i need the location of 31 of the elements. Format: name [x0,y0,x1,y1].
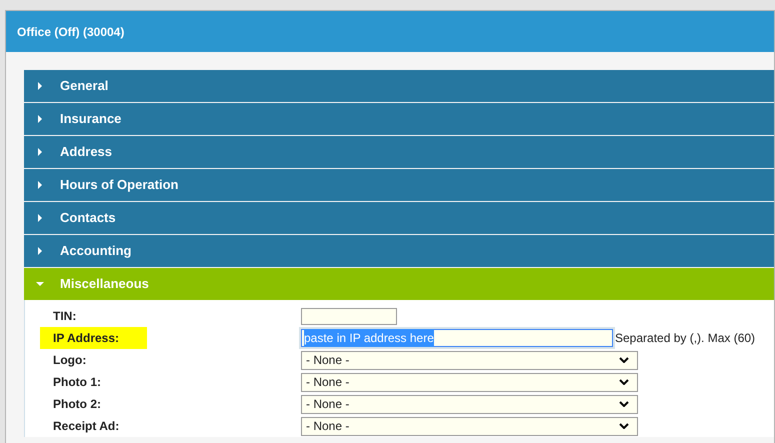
window-title: Office (Off) (30004) [6,11,774,52]
caret-down-icon [36,280,44,288]
dropdown[interactable]: - None - [301,394,638,414]
accordion-header[interactable]: Hours of Operation [24,169,774,201]
text-field[interactable] [301,308,397,324]
accordion-header[interactable]: Address [24,136,774,168]
field-label: Logo: [52,352,88,369]
caret-right-icon [36,247,44,255]
caret-right-icon [36,214,44,222]
caret-right-icon [36,82,44,90]
chevron-down-icon [619,357,629,363]
accordion-header[interactable]: Contacts [24,202,774,234]
accordion-header[interactable]: General [24,70,774,102]
accordion-header[interactable]: Accounting [24,235,774,267]
field-label: Photo 2: [52,396,102,413]
caret-right-icon [36,115,44,123]
chevron-down-icon [619,379,629,385]
dropdown[interactable]: - None - [301,350,638,370]
field-hint: Separated by (,). Max (60) [615,330,756,347]
field-label: Receipt Ad: [52,418,120,435]
caret-right-icon [36,148,44,156]
text-field[interactable]: paste in IP address here [301,329,613,347]
field-label: Photo 1: [52,374,102,391]
chevron-down-icon [619,423,629,429]
field-label: TIN: [52,308,78,325]
field-label: IP Address: [40,327,148,349]
accordion-header[interactable]: Insurance [24,103,774,135]
caret-right-icon [36,181,44,189]
chevron-down-icon [619,401,629,407]
dropdown[interactable]: - None - [301,372,638,392]
dropdown[interactable]: - None - [301,416,638,436]
